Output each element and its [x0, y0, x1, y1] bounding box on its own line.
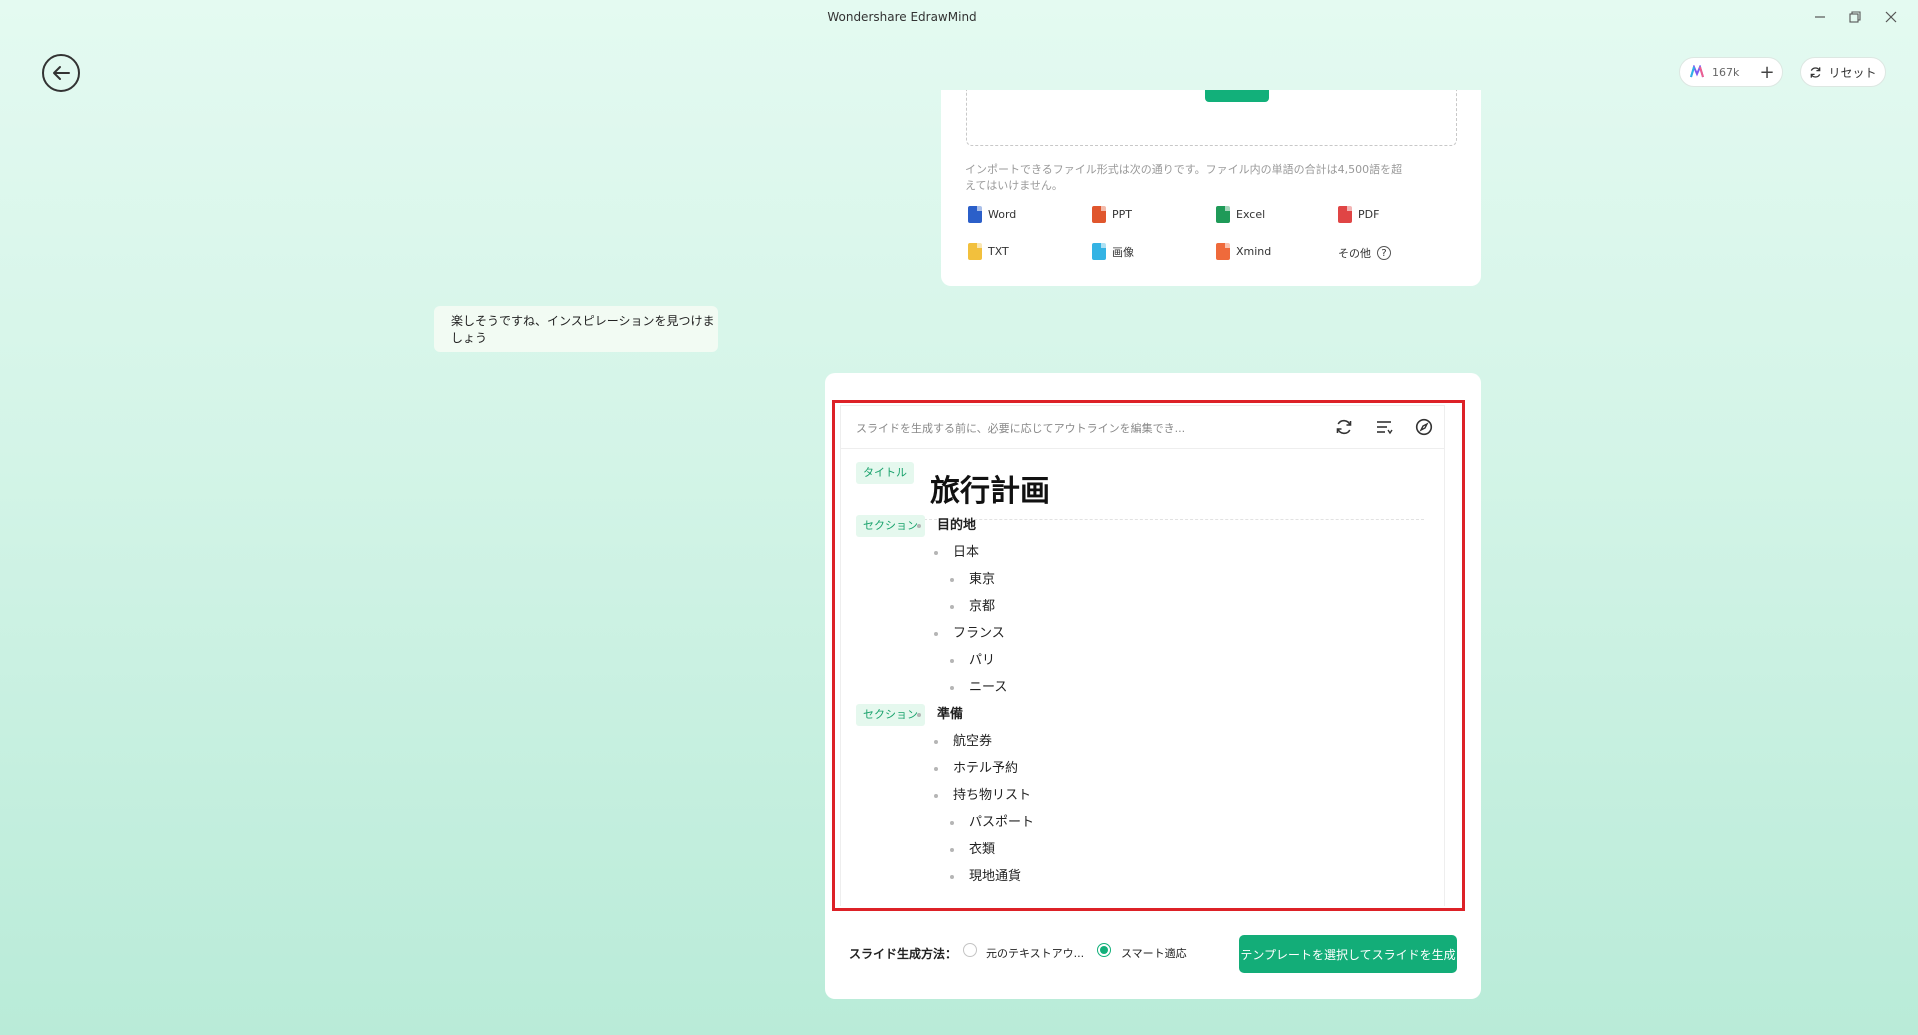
radio-label-smart-adapt[interactable]: スマート適応	[1121, 945, 1187, 961]
file-type-word: Word	[968, 206, 1016, 223]
generate-slides-button[interactable]: テンプレートを選択してスライドを生成	[1239, 935, 1457, 973]
credits-count: 167k	[1712, 65, 1740, 79]
word-icon	[968, 206, 982, 223]
regenerate-icon[interactable]	[1333, 416, 1355, 438]
outline-editor[interactable]: スライドを生成する前に、必要に応じてアウトラインを編集でき... タイトル 旅行…	[840, 405, 1445, 906]
select-file-button[interactable]	[1205, 90, 1269, 102]
outline-node[interactable]: 準備	[937, 706, 963, 724]
file-type-label: Word	[988, 208, 1017, 221]
outline-node[interactable]: 衣類	[969, 841, 995, 859]
outline-node[interactable]: 航空券	[953, 733, 992, 751]
bullet-icon	[950, 659, 954, 663]
bullet-icon	[950, 605, 954, 609]
ppt-icon	[1092, 206, 1106, 223]
bullet-icon	[917, 713, 921, 717]
generation-method-label: スライド生成方法：	[849, 947, 958, 961]
credits-badge: 167k +	[1679, 57, 1783, 87]
chat-message: 楽しそうですね、インスピレーションを見つけましょう	[451, 314, 715, 345]
section-tag: セクション	[856, 704, 925, 726]
file-type-label: その他	[1338, 247, 1371, 260]
file-type-label: PPT	[1112, 208, 1132, 221]
bullet-icon	[950, 821, 954, 825]
bullet-icon	[934, 551, 938, 555]
file-drop-zone[interactable]	[966, 90, 1457, 146]
file-type-pdf: PDF	[1338, 206, 1379, 223]
outline-node[interactable]: パリ	[969, 652, 995, 670]
reset-button[interactable]: リセット	[1800, 57, 1886, 87]
outline-node[interactable]: ニース	[969, 679, 1007, 697]
back-button[interactable]	[42, 54, 80, 92]
file-type-label: PDF	[1358, 208, 1380, 221]
outline-hint: スライドを生成する前に、必要に応じてアウトラインを編集でき...	[856, 422, 1186, 435]
plus-icon[interactable]: +	[1756, 61, 1778, 83]
radio-label-original-text[interactable]: 元のテキストアウ...	[986, 945, 1084, 961]
close-icon[interactable]	[1877, 6, 1905, 28]
bullet-icon	[917, 524, 921, 528]
file-type-label: TXT	[988, 245, 1009, 258]
generate-slides-label: テンプレートを選択してスライドを生成	[1240, 947, 1456, 962]
outline-node[interactable]: パスポート	[969, 814, 1034, 832]
bullet-icon	[934, 632, 938, 636]
import-note: インポートできるファイル形式は次の通りです。ファイル内の単語の合計は4,500語…	[965, 163, 1403, 192]
excel-icon	[1216, 206, 1230, 223]
bullet-icon	[934, 767, 938, 771]
file-type-image: 画像	[1092, 243, 1134, 260]
outline-node[interactable]: 京都	[969, 598, 995, 616]
radio-smart-adapt[interactable]	[1097, 943, 1111, 957]
file-type-ppt: PPT	[1092, 206, 1132, 223]
bullet-icon	[950, 578, 954, 582]
compass-icon[interactable]	[1413, 416, 1435, 438]
outline-title[interactable]: 旅行計画	[930, 466, 1050, 510]
file-type-label: Xmind	[1236, 245, 1272, 258]
file-type-label: 画像	[1112, 245, 1134, 259]
bullet-icon	[950, 875, 954, 879]
help-icon[interactable]: ?	[1377, 246, 1391, 260]
collapse-list-icon[interactable]	[1373, 416, 1395, 438]
file-type-excel: Excel	[1216, 206, 1265, 223]
bullet-icon	[934, 794, 938, 798]
file-type-other[interactable]: その他 ?	[1338, 245, 1391, 261]
upload-card: インポートできるファイル形式は次の通りです。ファイル内の単語の合計は4,500語…	[941, 90, 1481, 286]
title-bar: Wondershare EdrawMind	[0, 0, 1918, 34]
file-type-label: Excel	[1236, 208, 1266, 221]
bullet-icon	[950, 848, 954, 852]
minimize-icon[interactable]	[1806, 6, 1834, 28]
outline-toolbar: スライドを生成する前に、必要に応じてアウトラインを編集でき...	[841, 406, 1444, 449]
outline-node[interactable]: 持ち物リスト	[953, 787, 1031, 805]
title-divider	[919, 519, 1424, 520]
app-title: Wondershare EdrawMind	[827, 10, 977, 24]
txt-icon	[968, 243, 982, 260]
radio-original-text[interactable]	[963, 943, 977, 957]
reset-label: リセット	[1828, 65, 1877, 80]
title-tag: タイトル	[856, 462, 914, 484]
bullet-icon	[950, 686, 954, 690]
xmind-icon	[1216, 243, 1230, 260]
outline-node[interactable]: 東京	[969, 571, 995, 589]
file-type-xmind: Xmind	[1216, 243, 1271, 260]
pdf-icon	[1338, 206, 1352, 223]
outline-node[interactable]: ホテル予約	[953, 760, 1018, 778]
image-icon	[1092, 243, 1106, 260]
refresh-icon	[1811, 66, 1821, 78]
file-type-txt: TXT	[968, 243, 1009, 260]
outline-node[interactable]: 現地通貨	[969, 868, 1021, 886]
outline-node[interactable]: 日本	[953, 544, 979, 562]
outline-node[interactable]: 目的地	[937, 517, 976, 535]
outline-node[interactable]: フランス	[953, 625, 1005, 643]
restore-icon[interactable]	[1841, 6, 1869, 28]
credits-logo-icon	[1690, 65, 1704, 78]
section-tag: セクション	[856, 515, 925, 537]
bullet-icon	[934, 740, 938, 744]
outline-card: スライドを生成する前に、必要に応じてアウトラインを編集でき... タイトル 旅行…	[825, 373, 1481, 999]
arrow-left-icon	[53, 66, 70, 80]
chat-bubble: 楽しそうですね、インスピレーションを見つけましょう	[434, 306, 718, 352]
